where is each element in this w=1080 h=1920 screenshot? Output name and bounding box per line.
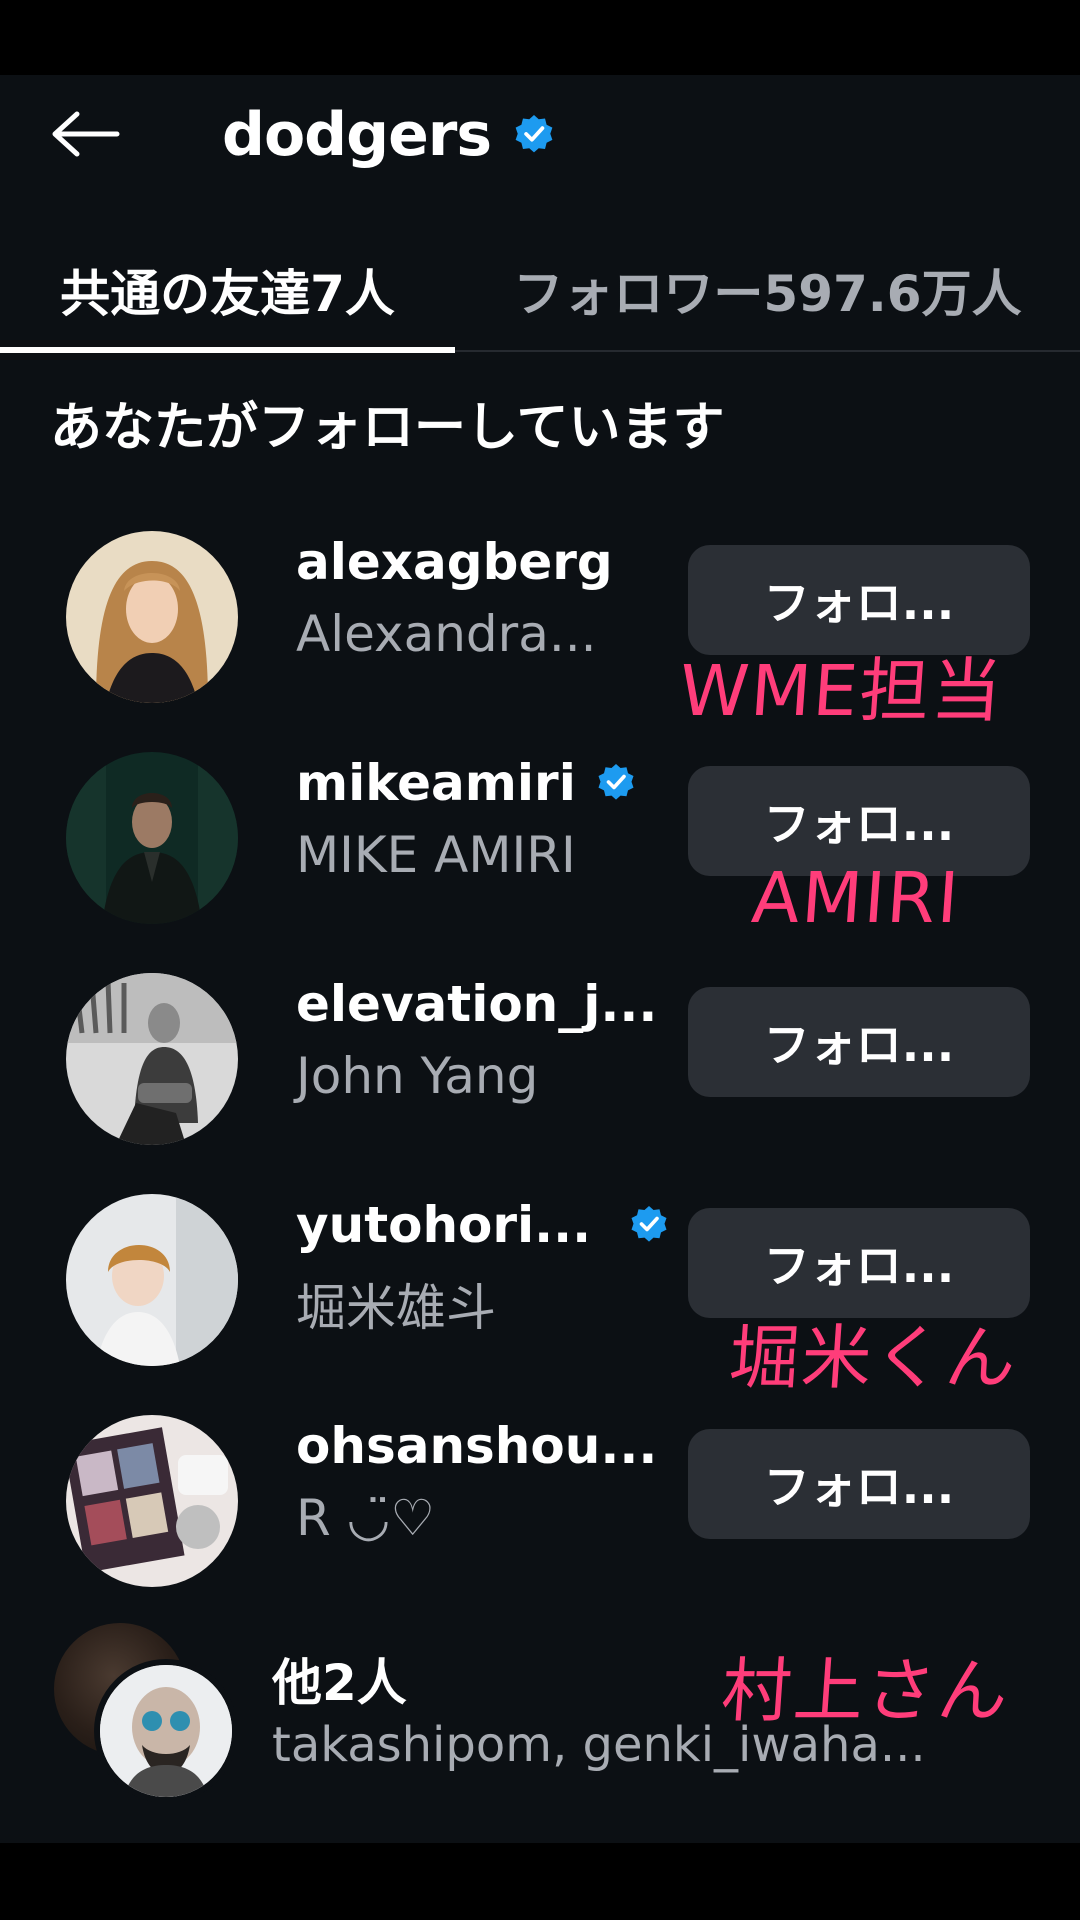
username-text: yutohori... (296, 1196, 592, 1254)
username-text: ohsanshou... (296, 1417, 658, 1475)
header-title-group: dodgers (222, 85, 555, 185)
username-text: alexagberg (296, 533, 613, 591)
username: alexagberg (296, 533, 613, 591)
verified-badge-icon (515, 115, 553, 153)
avatar[interactable] (66, 973, 238, 1145)
full-name: Alexandra... (296, 605, 597, 663)
tab-mutual-friends[interactable]: 共通の友達7人 (0, 235, 455, 345)
annotation-murakami: 村上さん (718, 1650, 1013, 1732)
following-button[interactable]: フォロ... (688, 987, 1030, 1097)
others-title[interactable]: 他2人 (272, 1643, 407, 1715)
page-title: dodgers (222, 100, 492, 170)
list-item[interactable]: ohsanshou... R ◡̈♡ フォロ... (0, 1399, 1080, 1599)
avatar[interactable] (66, 1194, 238, 1366)
active-tab-indicator (0, 347, 455, 353)
full-name: John Yang (296, 1047, 539, 1105)
full-name: 堀米雄斗 (296, 1279, 496, 1337)
username-text: elevation_j... (296, 975, 658, 1033)
following-button[interactable]: フォロ... (688, 1429, 1030, 1539)
username: elevation_j... (296, 975, 657, 1033)
verified-badge-icon (598, 764, 634, 800)
username: ohsanshou... (296, 1417, 657, 1475)
list-item[interactable]: elevation_j... John Yang フォロ... (0, 957, 1080, 1157)
mutual-followers-screen: dodgers 共通の友達7人 フォロワー597.6万人 あなたがフォローしてい… (0, 75, 1080, 1843)
avatar[interactable] (66, 1415, 238, 1587)
others-avatar-stack[interactable] (54, 1623, 244, 1803)
username: yutohori... (296, 1196, 669, 1254)
section-heading: あなたがフォローしています (50, 398, 725, 458)
username-text: mikeamiri (296, 754, 576, 812)
full-name: R ◡̈♡ (296, 1489, 436, 1547)
avatar[interactable] (66, 531, 238, 703)
tab-followers[interactable]: フォロワー597.6万人 (455, 235, 1080, 345)
annotation-horigome: 堀米くん (726, 1317, 1021, 1399)
back-button[interactable] (45, 99, 125, 169)
username: mikeamiri (296, 754, 636, 812)
arrow-left-icon (52, 111, 120, 157)
annotation-wme: WME担当 (676, 650, 1007, 732)
verified-badge-icon (631, 1206, 667, 1242)
avatar (94, 1659, 238, 1803)
annotation-amiri: AMIRI (749, 857, 964, 939)
full-name: MIKE AMIRI (296, 826, 576, 884)
avatar[interactable] (66, 752, 238, 924)
